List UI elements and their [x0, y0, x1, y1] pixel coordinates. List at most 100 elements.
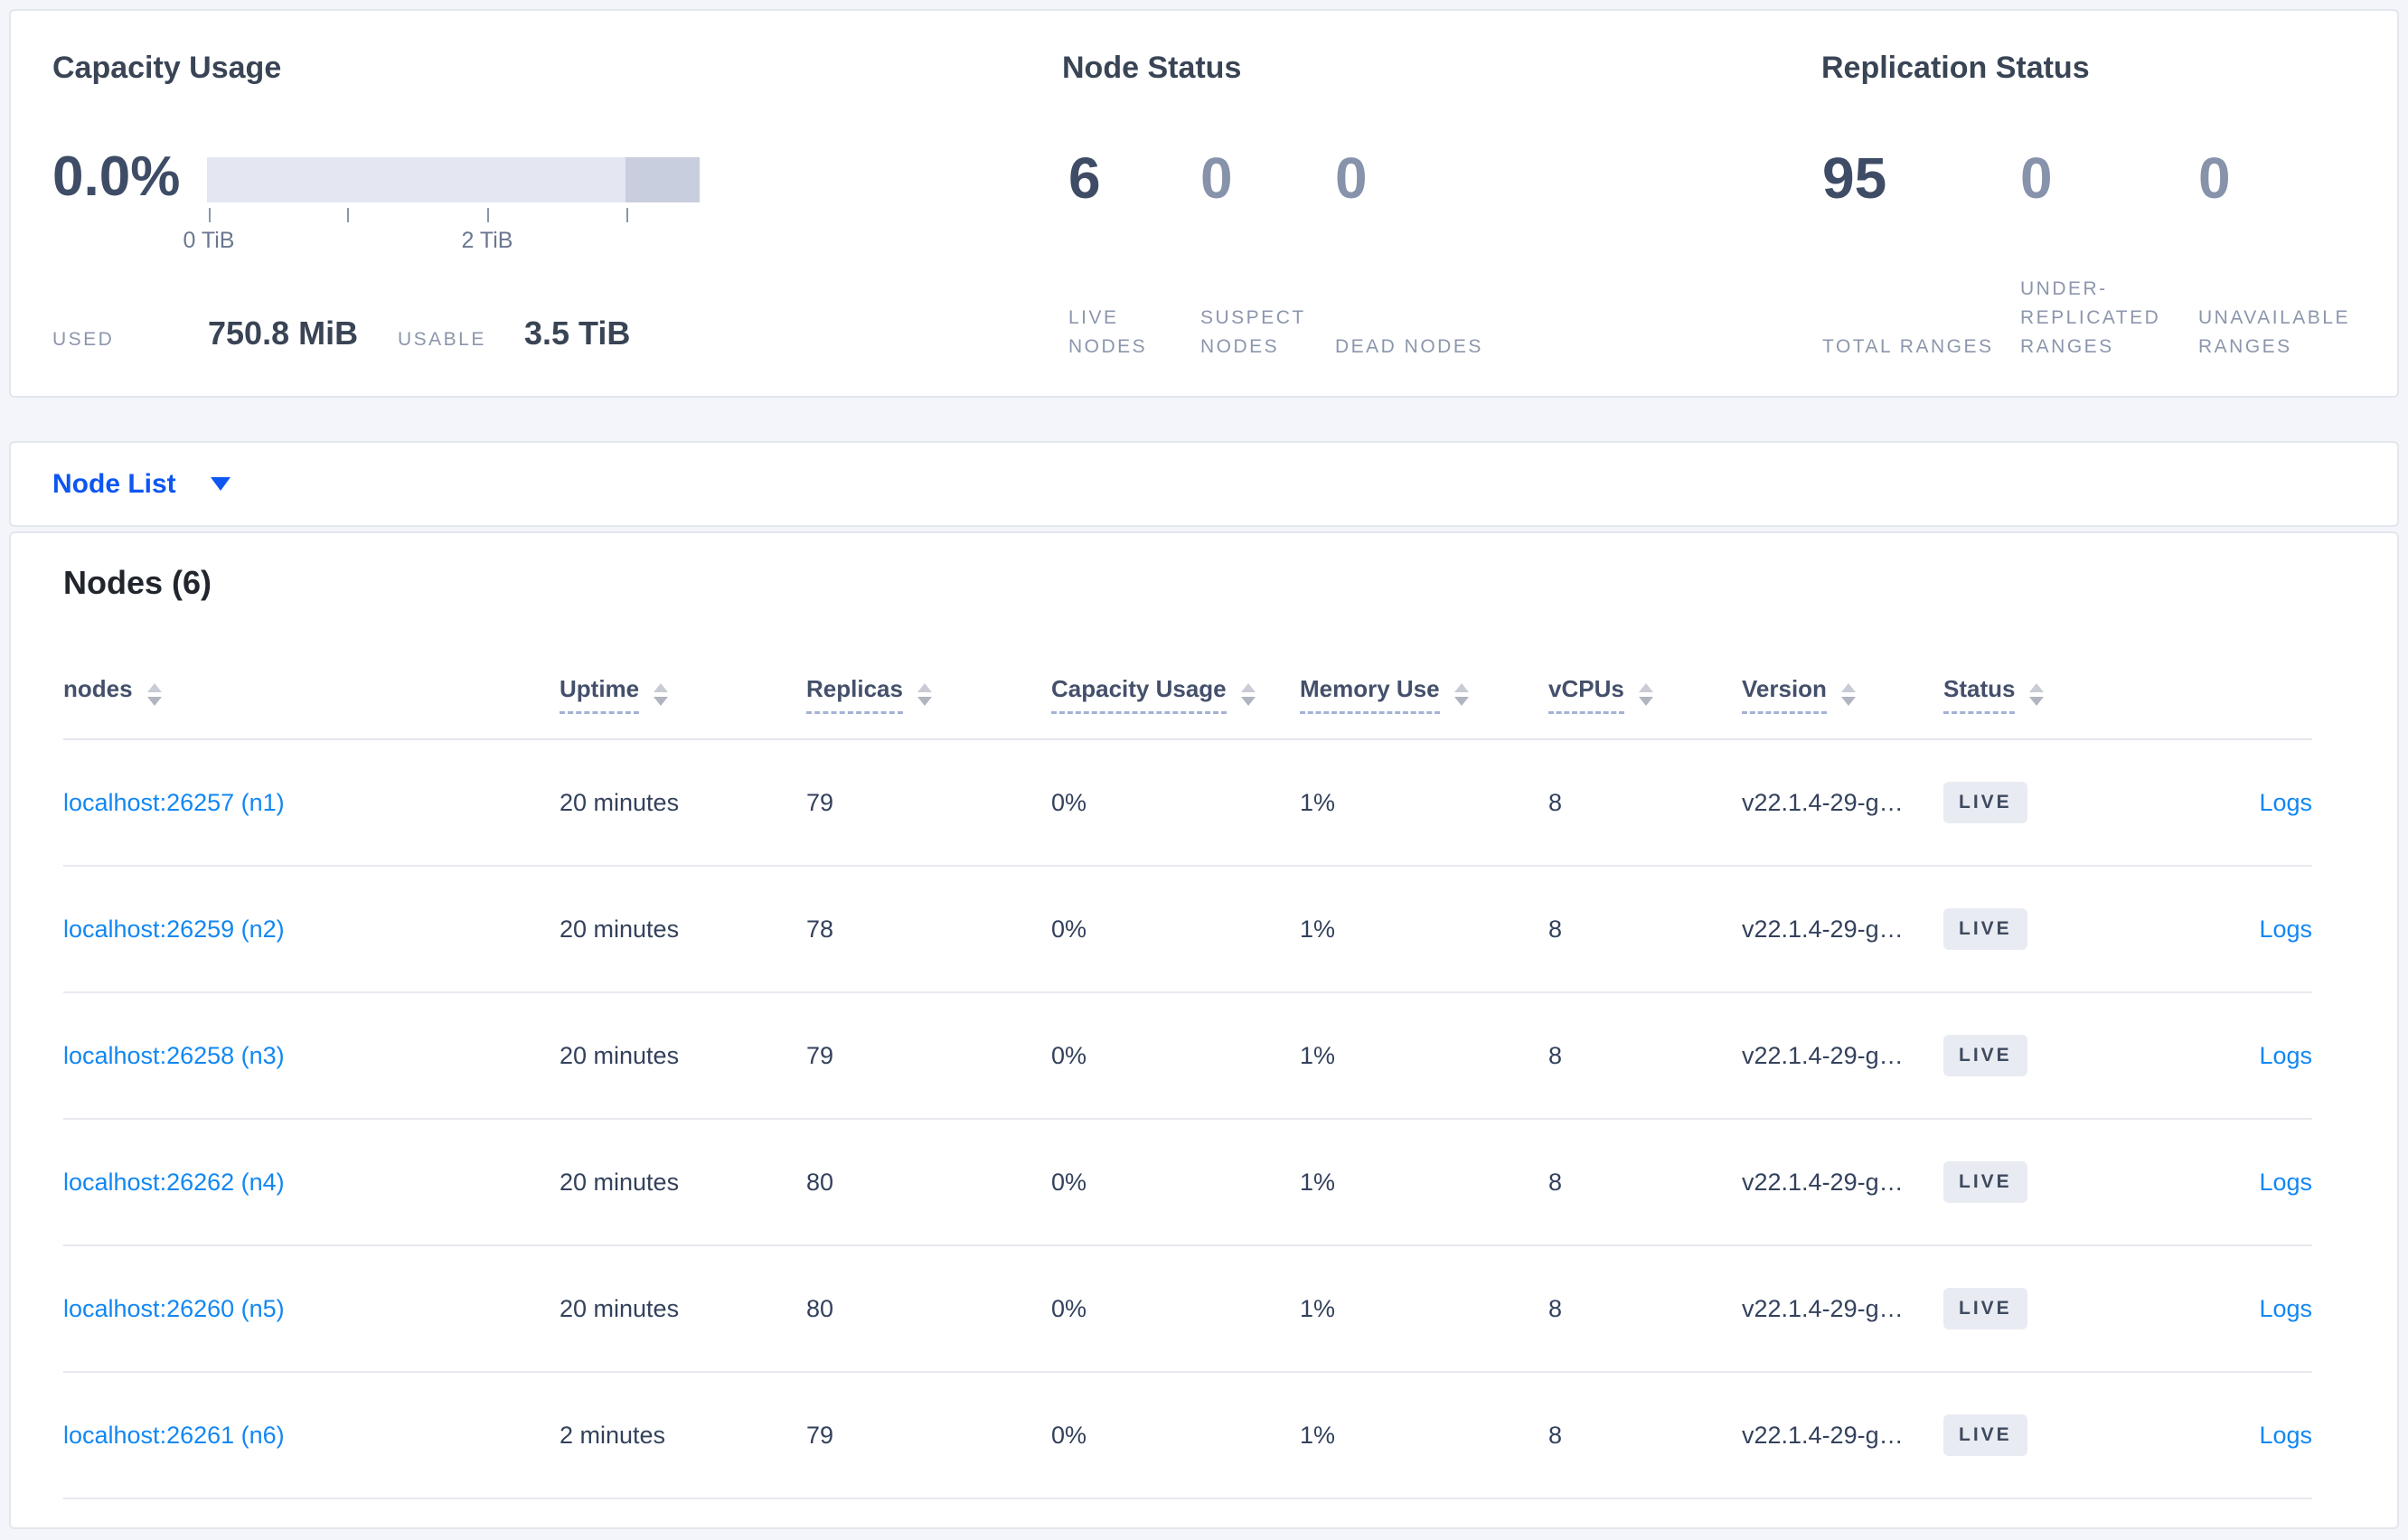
under-replicated-ranges-label: UNDER-REPLICATED RANGES — [2020, 278, 2161, 357]
column-header-version[interactable]: Version — [1742, 651, 1943, 740]
capacity-cell: 0% — [1051, 1372, 1300, 1499]
memory-cell: 1% — [1300, 1119, 1548, 1246]
sort-icon[interactable] — [1638, 683, 1653, 706]
status-badge: LIVE — [1943, 1161, 2027, 1203]
capacity-bar-end-segment — [626, 157, 700, 202]
logs-link[interactable]: Logs — [2259, 916, 2312, 943]
live-nodes-label: LIVE NODES — [1068, 307, 1148, 357]
uptime-cell: 2 minutes — [560, 1372, 806, 1499]
total-ranges-value: 95 — [1822, 146, 1887, 211]
table-row: localhost:26262 (n4) 20 minutes 80 0% 1%… — [63, 1119, 2312, 1246]
under-replicated-ranges-stat: 0 UNDER-REPLICATED RANGES — [2020, 146, 2198, 362]
replication-status-stats: 95 TOTAL RANGES 0 UNDER-REPLICATED RANGE… — [1822, 146, 2401, 362]
under-replicated-ranges-value: 0 — [2020, 146, 2053, 211]
view-selector-bar: Node List — [9, 441, 2399, 527]
capacity-usage-section: Capacity Usage 0.0% 0 TiB 2 TiB USED 750… — [52, 11, 776, 396]
column-header-capacity-usage[interactable]: Capacity Usage — [1051, 651, 1300, 740]
node-list-dropdown[interactable]: Node List — [52, 469, 230, 500]
uptime-cell: 20 minutes — [560, 866, 806, 993]
unavailable-ranges-value: 0 — [2198, 146, 2231, 211]
node-link[interactable]: localhost:26258 (n3) — [63, 1042, 285, 1069]
logs-link[interactable]: Logs — [2259, 1295, 2312, 1322]
column-header-logs — [2152, 651, 2312, 740]
capacity-cell: 0% — [1051, 1119, 1300, 1246]
column-header-status[interactable]: Status — [1943, 651, 2152, 740]
uptime-cell: 20 minutes — [560, 1119, 806, 1246]
capacity-cell: 0% — [1051, 866, 1300, 993]
version-cell: v22.1.4-29-g… — [1742, 739, 1943, 867]
node-link[interactable]: localhost:26257 (n1) — [63, 789, 285, 816]
sort-icon[interactable] — [1840, 683, 1856, 706]
live-nodes-value: 6 — [1068, 146, 1101, 211]
status-cell: LIVE — [1943, 1372, 2152, 1499]
axis-tick — [487, 208, 489, 222]
node-link[interactable]: localhost:26259 (n2) — [63, 916, 285, 943]
capacity-used-percent: 0.0% — [52, 146, 181, 208]
sort-icon[interactable] — [654, 683, 669, 706]
logs-link[interactable]: Logs — [2259, 1042, 2312, 1069]
axis-tick — [347, 208, 349, 222]
capacity-used-usable: USED 750.8 MiB USABLE 3.5 TiB — [52, 315, 685, 360]
status-badge: LIVE — [1943, 908, 2027, 950]
version-cell: v22.1.4-29-g… — [1742, 1245, 1943, 1373]
capacity-cell: 0% — [1051, 1245, 1300, 1373]
node-status-stats: 6 LIVE NODES 0 SUSPECT NODES 0 DEAD NODE… — [1068, 146, 1498, 362]
table-row: localhost:26260 (n5) 20 minutes 80 0% 1%… — [63, 1245, 2312, 1373]
nodes-panel: Nodes (6) nodes Uptime Replicas Capacity… — [9, 531, 2399, 1529]
vcpus-cell: 8 — [1548, 1372, 1742, 1499]
replication-status-section: Replication Status 95 TOTAL RANGES 0 UND… — [1821, 11, 2400, 396]
sort-icon[interactable] — [1453, 683, 1469, 706]
chevron-down-icon — [210, 477, 230, 491]
capacity-cell: 0% — [1051, 992, 1300, 1120]
table-header-row: nodes Uptime Replicas Capacity Usage Mem… — [63, 651, 2312, 740]
live-nodes-stat: 6 LIVE NODES — [1068, 146, 1200, 362]
column-header-uptime[interactable]: Uptime — [560, 651, 806, 740]
status-badge: LIVE — [1943, 1414, 2027, 1456]
axis-tick-label: 0 TiB — [183, 228, 235, 253]
memory-cell: 1% — [1300, 992, 1548, 1120]
sort-icon[interactable] — [917, 683, 932, 706]
unavailable-ranges-stat: 0 UNAVAILABLE RANGES — [2198, 146, 2401, 362]
status-cell: LIVE — [1943, 739, 2152, 867]
cluster-summary-card: Capacity Usage 0.0% 0 TiB 2 TiB USED 750… — [9, 9, 2399, 398]
sort-icon[interactable] — [146, 683, 162, 706]
node-link[interactable]: localhost:26260 (n5) — [63, 1295, 285, 1322]
logs-link[interactable]: Logs — [2259, 1422, 2312, 1449]
status-badge: LIVE — [1943, 782, 2027, 823]
version-cell: v22.1.4-29-g… — [1742, 992, 1943, 1120]
replicas-cell: 79 — [806, 992, 1051, 1120]
axis-tick-label: 2 TiB — [461, 228, 513, 253]
node-list-dropdown-label: Node List — [52, 468, 176, 499]
axis-tick — [209, 208, 211, 222]
total-ranges-label: TOTAL RANGES — [1822, 336, 1994, 357]
status-cell: LIVE — [1943, 992, 2152, 1120]
vcpus-cell: 8 — [1548, 1119, 1742, 1246]
replicas-cell: 80 — [806, 1119, 1051, 1246]
memory-cell: 1% — [1300, 866, 1548, 993]
logs-link[interactable]: Logs — [2259, 1169, 2312, 1196]
table-row: localhost:26259 (n2) 20 minutes 78 0% 1%… — [63, 866, 2312, 993]
node-link[interactable]: localhost:26262 (n4) — [63, 1169, 285, 1196]
node-link[interactable]: localhost:26261 (n6) — [63, 1422, 285, 1449]
column-header-vcpus[interactable]: vCPUs — [1548, 651, 1742, 740]
logs-link[interactable]: Logs — [2259, 789, 2312, 816]
capacity-cell: 0% — [1051, 739, 1300, 867]
status-cell: LIVE — [1943, 866, 2152, 993]
sort-icon[interactable] — [2029, 683, 2045, 706]
status-cell: LIVE — [1943, 1245, 2152, 1373]
memory-cell: 1% — [1300, 1245, 1548, 1373]
status-cell: LIVE — [1943, 1119, 2152, 1246]
sort-icon[interactable] — [1240, 683, 1256, 706]
status-badge: LIVE — [1943, 1288, 2027, 1329]
replicas-cell: 79 — [806, 739, 1051, 867]
table-row: localhost:26257 (n1) 20 minutes 79 0% 1%… — [63, 739, 2312, 867]
column-header-memory-use[interactable]: Memory Use — [1300, 651, 1548, 740]
column-header-nodes[interactable]: nodes — [63, 651, 560, 740]
version-cell: v22.1.4-29-g… — [1742, 1372, 1943, 1499]
dead-nodes-label: DEAD NODES — [1335, 336, 1483, 357]
unavailable-ranges-label: UNAVAILABLE RANGES — [2198, 307, 2350, 357]
capacity-bar-track — [207, 157, 700, 202]
used-value: 750.8 MiB — [208, 315, 359, 352]
memory-cell: 1% — [1300, 739, 1548, 867]
column-header-replicas[interactable]: Replicas — [806, 651, 1051, 740]
